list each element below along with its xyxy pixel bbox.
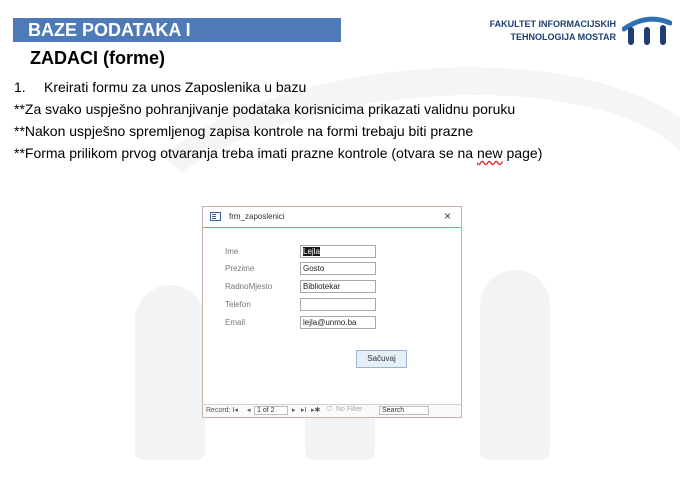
task-list: 1. Kreirati formu za unos Zaposlenika u b… bbox=[14, 76, 542, 164]
next-record-button[interactable]: ▸ bbox=[292, 406, 296, 414]
field-label: Email bbox=[225, 318, 246, 327]
fit-logo-icon bbox=[622, 16, 672, 45]
task-note-text: **Forma prilikom prvog otvaranja treba i… bbox=[14, 145, 477, 161]
close-icon[interactable]: × bbox=[444, 209, 451, 223]
access-form-window: frm_zaposlenici × Ime Lejla Prezime Gost… bbox=[202, 206, 462, 418]
radnomjesto-input[interactable]: Bibliotekar bbox=[300, 280, 376, 293]
slide-title-bar: BAZE PODATAKA I bbox=[13, 18, 341, 42]
no-filter-label[interactable]: No Filter bbox=[336, 406, 362, 413]
search-input[interactable]: Search bbox=[379, 406, 429, 415]
task-text: Kreirati formu za unos Zaposlenika u baz… bbox=[44, 79, 307, 95]
task-note: **Za svako uspješno pohranjivanje podata… bbox=[14, 101, 516, 117]
task-note-keyword: new bbox=[476, 145, 503, 161]
faculty-name: FAKULTET INFORMACIJSKIH TEHNOLOGIJA MOST… bbox=[490, 18, 616, 44]
field-label: Ime bbox=[225, 247, 239, 256]
new-record-button[interactable]: ▸✱ bbox=[311, 406, 320, 414]
task-number: 1. bbox=[14, 79, 26, 95]
record-position-input[interactable]: 1 of 2 bbox=[254, 406, 288, 415]
last-record-button[interactable]: ▸I bbox=[301, 406, 306, 414]
save-button[interactable]: Sačuvaj bbox=[356, 350, 407, 368]
form-titlebar: frm_zaposlenici × bbox=[203, 207, 461, 228]
form-icon bbox=[210, 212, 221, 221]
prezime-input[interactable]: Gosto bbox=[300, 262, 376, 275]
form-title: frm_zaposlenici bbox=[229, 212, 285, 221]
faculty-line-1: FAKULTET INFORMACIJSKIH bbox=[489, 19, 616, 29]
task-note: **Nakon uspješno spremljenog zapisa kont… bbox=[14, 123, 474, 139]
prev-record-button[interactable]: ◂ bbox=[247, 406, 251, 414]
record-label[interactable]: Record: I◂ bbox=[206, 406, 238, 414]
ime-value: Lejla bbox=[303, 247, 320, 256]
field-label: RadnoMjesto bbox=[225, 282, 273, 291]
task-note-text-end: page) bbox=[502, 145, 543, 161]
telefon-input[interactable] bbox=[300, 298, 376, 311]
field-label: Telefon bbox=[225, 300, 251, 309]
background-logo-bar bbox=[135, 285, 205, 460]
background-logo-bar bbox=[480, 270, 550, 460]
email-input[interactable]: lejla@unmo.ba bbox=[300, 316, 376, 329]
task-item: 1. Kreirati formu za unos Zaposlenika u b… bbox=[14, 76, 542, 98]
faculty-line-2: TEHNOLOGIJA MOSTAR bbox=[510, 32, 617, 42]
section-subtitle: ZADACI (forme) bbox=[30, 48, 165, 68]
field-label: Prezime bbox=[225, 264, 255, 273]
slide-title: BAZE PODATAKA I bbox=[28, 20, 191, 40]
filter-funnel-icon[interactable]: ⛉ bbox=[327, 406, 332, 414]
record-navigation-bar: Record: I◂ ◂ 1 of 2 ▸ ▸I ▸✱ ⛉ No Filter … bbox=[203, 404, 461, 417]
task-note: **Forma prilikom prvog otvaranja treba i… bbox=[14, 142, 542, 164]
ime-input[interactable]: Lejla bbox=[300, 245, 376, 258]
